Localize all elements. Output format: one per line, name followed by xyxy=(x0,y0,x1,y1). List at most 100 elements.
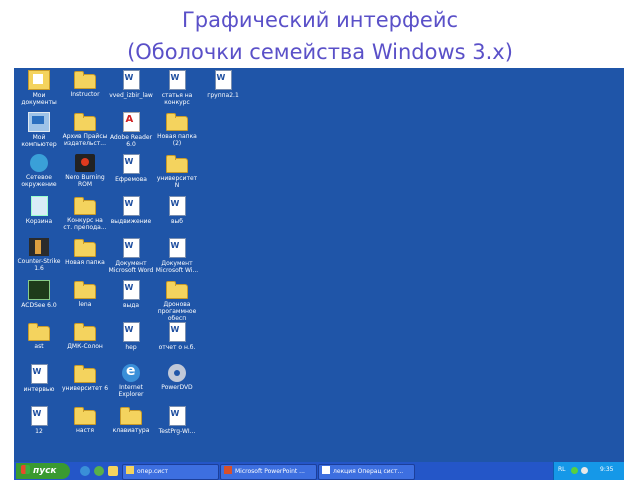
desktop-icon[interactable]: Новая папка xyxy=(62,238,108,266)
word-document-icon xyxy=(122,154,140,174)
desktop-icon[interactable]: ДМК-Солон xyxy=(62,322,108,350)
folder-icon xyxy=(74,197,96,215)
start-button[interactable]: пуск xyxy=(16,463,70,479)
task-label: Microsoft PowerPoint ... xyxy=(235,468,305,475)
word-document-icon xyxy=(122,280,140,300)
desktop-icon[interactable]: Internet Explorer xyxy=(108,363,154,398)
desktop-icon[interactable]: Документ Microsoft Wi... xyxy=(154,238,200,274)
desktop-icon[interactable]: выб xyxy=(154,196,200,225)
desktop-icon-label: Новая папка xyxy=(65,259,105,266)
desktop-icon[interactable]: статья на конкурс xyxy=(154,70,200,106)
desktop-icon[interactable]: PowerDVD xyxy=(154,364,200,391)
my-computer-icon xyxy=(28,112,50,132)
quicklaunch-internet-explorer-icon[interactable] xyxy=(80,466,90,476)
desktop-icon-label: Документ Microsoft Wi... xyxy=(155,260,199,274)
desktop-icon-label: Instructor xyxy=(70,91,100,98)
word-document-icon xyxy=(122,238,140,258)
desktop-icon-label: отчет о н.б. xyxy=(158,344,196,351)
desktop-icon[interactable]: hep xyxy=(108,322,154,351)
desktop-icon-label: Дронова прогаммное обесп xyxy=(157,301,197,322)
desktop-icon-label: настя xyxy=(75,427,94,434)
slide-title: Графический интерфейс (Оболочки семейств… xyxy=(0,4,640,68)
desktop-icon[interactable]: группа2.1 xyxy=(200,70,246,99)
folder-icon xyxy=(74,323,96,341)
language-indicator[interactable]: RL xyxy=(558,466,566,473)
word-document-icon xyxy=(30,364,48,384)
tray-volume-icon[interactable] xyxy=(581,467,588,474)
desktop-icon-label: Конкурс на ст. препода... xyxy=(63,217,107,231)
quicklaunch-media-player-icon[interactable] xyxy=(94,466,104,476)
desktop-icon[interactable]: выда xyxy=(108,280,154,309)
desktop-icon-label: ACDSee 6.0 xyxy=(21,302,57,309)
desktop-icon[interactable]: lena xyxy=(62,280,108,308)
windows-logo-icon xyxy=(21,465,30,474)
desktop-icon[interactable]: Сетевое окружение xyxy=(16,154,62,188)
desktop-icon-label: ast xyxy=(34,343,44,350)
desktop-icon-label: Adobe Reader 6.0 xyxy=(109,134,153,148)
desktop-icon[interactable]: клавиатура xyxy=(108,406,154,434)
desktop-icon[interactable]: Архив Прайсы издательст... xyxy=(62,112,108,147)
desktop-icon-label: PowerDVD xyxy=(161,384,193,391)
word-document-icon xyxy=(214,70,232,90)
desktop-icon[interactable]: отчет о н.б. xyxy=(154,322,200,351)
desktop-icon[interactable]: Документ Microsoft Word xyxy=(108,238,154,274)
internet-explorer-icon xyxy=(122,363,140,382)
taskbar-task-2[interactable]: Microsoft PowerPoint ... xyxy=(220,464,317,480)
desktop-icon-label: Корзина xyxy=(25,218,53,225)
desktop-icon[interactable]: Instructor xyxy=(62,70,108,98)
folder-icon xyxy=(166,155,188,173)
desktop-icon[interactable]: университет 6 xyxy=(62,364,108,392)
task-label: лекция Операц сист... xyxy=(333,468,404,475)
desktop-icon[interactable]: интервью xyxy=(16,364,62,393)
folder-icon xyxy=(74,113,96,131)
desktop-icon-label: vved_izbir_law xyxy=(109,92,153,99)
recycle-bin-icon xyxy=(30,196,48,216)
folder-icon xyxy=(74,281,96,299)
word-document-icon xyxy=(168,322,186,342)
taskbar-task-3[interactable]: лекция Операц сист... xyxy=(318,464,415,480)
task-label: опер.сист xyxy=(137,468,168,475)
desktop-icon[interactable]: vved_izbir_law xyxy=(108,70,154,99)
desktop-icon[interactable]: Counter-Strike 1.6 xyxy=(16,238,62,272)
desktop-icon-label: выб xyxy=(171,218,183,225)
word-document-icon xyxy=(168,238,186,258)
desktop-icon[interactable]: выдвижение xyxy=(108,196,154,225)
desktop-icon-label: lena xyxy=(78,301,92,308)
desktop-icon-label: Ефремова xyxy=(115,176,147,183)
desktop-icon[interactable]: Nero Burning ROM xyxy=(62,154,108,188)
slide-title-line2: (Оболочки семейства Windows 3.x) xyxy=(127,40,513,64)
desktop-icon[interactable]: Новая папка (2) xyxy=(154,112,200,147)
desktop-icon-label: выдвижение xyxy=(110,218,152,225)
taskbar-task-1[interactable]: опер.сист xyxy=(122,464,219,480)
word-document-icon xyxy=(168,406,186,426)
desktop-icon[interactable]: Дронова прогаммное обесп xyxy=(154,280,200,322)
folder-icon xyxy=(74,407,96,425)
desktop-icon[interactable]: Мой компьютер xyxy=(16,112,62,148)
desktop-icon[interactable]: Корзина xyxy=(16,196,62,225)
desktop[interactable]: Мои документы Instructor vved_izbir_law ста… xyxy=(14,68,624,464)
desktop-icon[interactable]: ast xyxy=(16,322,62,350)
desktop-icon[interactable]: Ефремова xyxy=(108,154,154,183)
desktop-icon[interactable]: TestPrg-WI... xyxy=(154,406,200,435)
desktop-icon[interactable]: 12 xyxy=(16,406,62,435)
desktop-icon[interactable]: ACDSee 6.0 xyxy=(16,280,62,309)
tray-network-icon[interactable] xyxy=(571,467,578,474)
desktop-icon-label: Сетевое окружение xyxy=(21,174,57,188)
desktop-icon-label: клавиатура xyxy=(112,427,150,434)
word-document-icon xyxy=(168,196,186,216)
desktop-icon[interactable]: настя xyxy=(62,406,108,434)
powerdvd-icon xyxy=(168,364,186,382)
clock: 9:35 xyxy=(600,466,614,473)
network-icon xyxy=(30,154,48,172)
desktop-icon[interactable]: Мои документы xyxy=(16,70,62,106)
folder-icon xyxy=(120,407,142,425)
desktop-icon[interactable]: Adobe Reader 6.0 xyxy=(108,112,154,148)
quicklaunch-show-desktop-icon[interactable] xyxy=(108,466,118,476)
desktop-icon-label: Counter-Strike 1.6 xyxy=(17,258,61,272)
desktop-icon[interactable]: Конкурс на ст. препода... xyxy=(62,196,108,231)
desktop-icon[interactable]: университет N xyxy=(154,154,200,189)
desktop-icon-label: Мой компьютер xyxy=(21,134,57,148)
word-document-icon xyxy=(122,70,140,90)
folder-icon xyxy=(74,239,96,257)
counter-strike-icon xyxy=(29,238,49,256)
